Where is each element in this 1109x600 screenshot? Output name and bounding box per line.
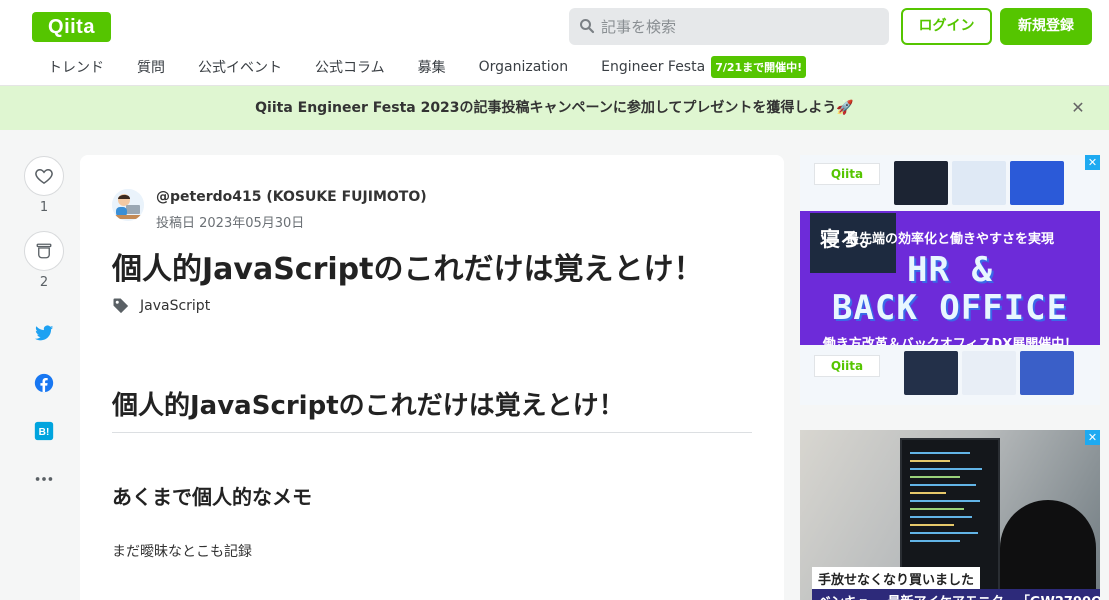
more-icon[interactable] — [33, 468, 55, 490]
code-line — [910, 484, 976, 486]
ad-main-copy: 最先端の効率化と働きやすさを実現 HR & BACK OFFICE 働き方改革＆… — [800, 228, 1100, 352]
search-icon — [580, 19, 595, 34]
search-input[interactable] — [601, 8, 881, 45]
ad-tile — [1020, 351, 1074, 395]
tag-icon — [113, 298, 129, 314]
stock-icon — [36, 243, 52, 259]
code-line — [910, 476, 960, 478]
ad-tile — [894, 161, 948, 205]
ad-tile — [952, 161, 1006, 205]
ad-headline-line1: HR & — [907, 250, 993, 290]
twitter-icon[interactable] — [33, 322, 55, 344]
hatena-bookmark-icon[interactable]: B! — [33, 420, 55, 442]
ad-qiita-logo: Qiita — [814, 355, 880, 377]
nav-engineer-festa[interactable]: Engineer Festa — [601, 59, 705, 75]
close-icon[interactable]: ✕ — [1069, 99, 1087, 117]
ad-hr-backoffice[interactable]: Qiita 寝ろ。 最先端の効率化と働きやすさを実現 HR & BACK OFF… — [800, 155, 1100, 405]
signup-button[interactable]: 新規登録 — [1000, 8, 1092, 45]
ad-person-silhouette — [1000, 500, 1096, 600]
author-name[interactable]: @peterdo415 (KOSUKE FUJIMOTO) — [156, 189, 427, 205]
search-box[interactable] — [569, 8, 889, 45]
like-button[interactable] — [24, 156, 64, 196]
campaign-banner[interactable]: Qiita Engineer Festa 2023の記事投稿キャンペーンに参加し… — [0, 86, 1109, 130]
ad-caption-1: 手放せなくなり買いました — [812, 567, 981, 590]
global-nav: トレンド 質問 公式イベント 公式コラム 募集 Organization Eng… — [32, 50, 807, 84]
nav-trend[interactable]: トレンド — [48, 57, 104, 77]
posted-date: 投稿日 2023年05月30日 — [156, 216, 305, 231]
ad-qiita-logo: Qiita — [814, 163, 880, 185]
code-line — [910, 500, 980, 502]
heart-icon — [35, 168, 53, 184]
stock-count: 2 — [39, 275, 49, 290]
svg-text:B!: B! — [39, 427, 50, 438]
article-title: 個人的JavaScriptのこれだけは覚えとけ！ — [112, 252, 704, 287]
article-actions: 1 2 B! — [24, 156, 64, 481]
ad-collage-bottom: Qiita — [800, 345, 1100, 405]
site-header: Qiita ログイン 新規登録 トレンド 質問 公式イベント 公式コラム 募集 … — [0, 0, 1109, 86]
ad-collage-top: Qiita — [800, 155, 1100, 211]
code-line — [910, 516, 972, 518]
login-button[interactable]: ログイン — [901, 8, 992, 45]
article-heading-1: 個人的JavaScriptのこれだけは覚えとけ！ — [112, 385, 752, 433]
code-line — [910, 492, 946, 494]
article-heading-2: あくまで個人的なメモ — [112, 485, 312, 509]
article-card: @peterdo415 (KOSUKE FUJIMOTO) 投稿日 2023年0… — [80, 155, 784, 600]
ad-close-icon[interactable]: ✕ — [1085, 155, 1100, 170]
qiita-logo[interactable]: Qiita — [32, 12, 111, 42]
ad-close-icon[interactable]: ✕ — [1085, 430, 1100, 445]
ad-tile — [962, 351, 1016, 395]
code-line — [910, 468, 982, 470]
ad-monitor[interactable]: 手放せなくなり買いました ベンキュー 最新アイケアモニター「GW2790QT」 … — [800, 430, 1100, 600]
code-line — [910, 508, 964, 510]
nav-recruit[interactable]: 募集 — [418, 57, 446, 77]
stock-button[interactable] — [24, 231, 64, 271]
nav-organization[interactable]: Organization — [479, 59, 569, 75]
nav-questions[interactable]: 質問 — [137, 57, 165, 77]
banner-text[interactable]: Qiita Engineer Festa 2023の記事投稿キャンペーンに参加し… — [255, 100, 854, 116]
ad-tile — [1010, 161, 1064, 205]
code-line — [910, 524, 954, 526]
code-line — [910, 460, 950, 462]
nav-official-columns[interactable]: 公式コラム — [315, 57, 385, 77]
ad-subtitle: 最先端の効率化と働きやすさを実現 — [845, 232, 1054, 247]
facebook-icon[interactable] — [33, 372, 55, 394]
nav-official-events[interactable]: 公式イベント — [198, 57, 282, 77]
code-line — [910, 452, 970, 454]
code-line — [910, 532, 978, 534]
ad-caption-2: ベンキュー 最新アイケアモニター「GW2790QT」 — [812, 589, 1100, 600]
ad-tile — [904, 351, 958, 395]
tag-javascript[interactable]: JavaScript — [140, 298, 210, 314]
festa-badge[interactable]: 7/21まで開催中! — [711, 56, 807, 78]
avatar[interactable] — [112, 189, 144, 221]
avatar-illustration — [112, 189, 144, 221]
like-count: 1 — [39, 200, 49, 215]
ad-headline-line2: BACK OFFICE — [831, 288, 1069, 328]
code-line — [910, 540, 960, 542]
article-paragraph: まだ曖昧なとこも記録 — [112, 544, 252, 560]
